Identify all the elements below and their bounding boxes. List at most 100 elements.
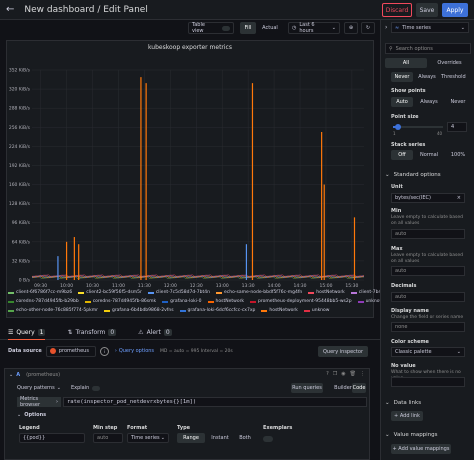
stack-normal-button[interactable]: Normal <box>414 150 444 160</box>
query-expression-input[interactable]: rate(inspector_pod_netdevrxbytes{}[1m]) <box>63 397 367 407</box>
add-value-mappings-button[interactable]: + Add value mappings <box>391 444 451 454</box>
actual-button[interactable]: Actual <box>258 22 282 34</box>
chart-legend: client-6f6786f7cc-m9bz6 client2-bc59f56f5… <box>8 288 414 315</box>
drag-handle-icon[interactable]: ⋮ <box>360 371 365 377</box>
min-input[interactable]: auto <box>391 229 465 239</box>
point-size-input[interactable]: 4 <box>447 122 467 132</box>
copy-icon[interactable]: ❐ <box>333 371 337 377</box>
legend-item[interactable]: unknow <box>303 308 330 313</box>
legend-item[interactable]: echo-same-node-bbdf5f76c-mg4fn <box>216 290 302 295</box>
legend-item[interactable]: hostNetwork <box>308 290 345 295</box>
run-queries-button[interactable]: Run queries <box>291 383 323 393</box>
refresh-icon[interactable]: ↻ <box>361 22 375 34</box>
datasource-label: Data source <box>8 348 42 354</box>
tab-alert[interactable]: ⚠ Alert 0 <box>138 326 172 340</box>
legend-swatch <box>8 300 14 303</box>
show-threshold-button[interactable]: Threshold <box>441 72 474 82</box>
legend-swatch <box>207 300 214 303</box>
save-button[interactable]: Save <box>416 3 438 17</box>
datasource-picker[interactable]: prometheus <box>45 345 96 357</box>
search-options-input[interactable]: ⚲ Search options <box>385 43 471 54</box>
legend-label: unknow <box>311 308 330 313</box>
stack-100-button[interactable]: 100% <box>445 150 471 160</box>
min-step-input[interactable]: auto <box>93 433 123 443</box>
chevron-down-icon[interactable]: ⌄ <box>9 372 13 378</box>
standard-options-section[interactable]: ⌄ Standard options <box>385 172 441 178</box>
add-link-button[interactable]: + Add link <box>391 411 423 421</box>
info-icon[interactable]: i <box>99 346 109 356</box>
fill-button[interactable]: Fill <box>240 22 256 34</box>
legend-item[interactable]: client2-bc59f56f5-dsm5r <box>78 290 142 295</box>
back-arrow-icon[interactable]: ← <box>6 4 14 15</box>
legend-swatch <box>103 309 110 312</box>
chevron-right-icon[interactable]: › <box>115 348 117 354</box>
legend-item[interactable]: hostNetwork <box>261 308 298 313</box>
legend-item[interactable]: grafana-6b4bdb9868-2vfns <box>103 308 174 313</box>
type-instant-button[interactable]: Instant <box>206 433 234 443</box>
query-patterns-dropdown[interactable]: Query patterns <box>17 385 55 391</box>
apply-button[interactable]: Apply <box>442 3 468 17</box>
legend-item[interactable]: hostNetwork <box>207 299 244 304</box>
query-ref-label[interactable]: A <box>16 372 20 378</box>
max-input[interactable]: auto <box>391 266 465 276</box>
decimals-input[interactable]: auto <box>391 292 465 302</box>
help-icon[interactable]: ? <box>326 371 329 377</box>
points-never-button[interactable]: Never <box>445 97 471 107</box>
code-toggle[interactable]: Code <box>352 383 366 393</box>
point-size-slider[interactable] <box>393 124 443 130</box>
value-mappings-section[interactable]: ⌄ Value mappings <box>385 432 438 438</box>
legend-item[interactable]: client-7c5d58d7d-7bt4n <box>147 290 210 295</box>
tab-query[interactable]: ☰ Query 1 <box>8 326 46 340</box>
min-step-label: Min step <box>93 425 118 431</box>
builder-toggle[interactable]: Builder <box>334 383 352 393</box>
table-view-toggle[interactable]: Table view <box>188 22 234 34</box>
time-range-picker[interactable]: ◷ Last 6 hours ⌄ <box>288 22 340 34</box>
points-auto-button[interactable]: Auto <box>391 97 413 107</box>
type-range-button[interactable]: Range <box>177 433 205 443</box>
exemplars-toggle[interactable] <box>263 436 273 442</box>
metrics-browser-button[interactable]: Metrics browser › <box>17 396 61 408</box>
trash-icon[interactable]: 🗑 <box>350 371 356 377</box>
legend-item[interactable]: grafana-loki-6dcf6ccfcc-cx7xp <box>179 308 255 313</box>
color-scheme-select[interactable]: Classic palette ⌄ <box>391 347 465 357</box>
legend-item[interactable]: grafana-loki-0 <box>162 299 202 304</box>
visualization-picker[interactable]: ≈ Time series ⌄ <box>391 22 469 33</box>
legend-item[interactable]: coredns-787d4945fb-86smk <box>84 299 156 304</box>
display-name-input[interactable]: none <box>391 322 465 332</box>
query-options-button[interactable]: Query options <box>119 348 154 354</box>
legend-label: prometheus-deployment-95448bb5-ws2p <box>258 299 352 304</box>
no-value-input[interactable] <box>391 377 465 387</box>
unit-select[interactable]: bytes/sec(IEC) × <box>391 193 465 203</box>
collapse-pane-icon[interactable]: › <box>385 24 387 31</box>
stack-off-button[interactable]: Off <box>391 150 413 160</box>
options-section-label[interactable]: Options <box>24 412 46 418</box>
format-select[interactable]: Time series ⌄ <box>127 433 169 443</box>
legend-item[interactable]: coredns-787d4945fb-b29bb <box>8 299 79 304</box>
legend-item[interactable]: echo-other-node-76c885f774-5pkmr <box>8 308 98 313</box>
explain-label: Explain <box>70 385 90 391</box>
query-inspector-button[interactable]: Query inspector <box>318 346 368 357</box>
tab-transform[interactable]: ⇅ Transform 0 <box>67 326 117 340</box>
discard-button[interactable]: Discard <box>382 3 412 17</box>
chevron-right-icon: › <box>56 399 58 405</box>
data-links-section[interactable]: ⌄ Data links <box>385 400 421 406</box>
metrics-browser-label: Metrics browser <box>20 396 41 408</box>
chevron-down-icon[interactable]: ⌄ <box>17 412 21 418</box>
tab-all[interactable]: All <box>385 58 427 68</box>
explain-toggle[interactable] <box>92 385 101 391</box>
close-icon[interactable]: × <box>457 195 461 201</box>
legend-input[interactable]: {{pod}} <box>19 433 85 443</box>
tab-overrides[interactable]: Overrides <box>428 58 471 68</box>
legend-item[interactable]: client-6f6786f7cc-m9bz6 <box>8 290 72 295</box>
type-both-button[interactable]: Both <box>235 433 255 443</box>
legend-item[interactable]: prometheus-deployment-95448bb5-ws2p <box>250 299 352 304</box>
min-description: Leave empty to calculate based on all va… <box>391 215 463 226</box>
eye-icon[interactable]: ◉ <box>341 371 345 377</box>
points-always-button[interactable]: Always <box>414 97 444 107</box>
show-never-button[interactable]: Never <box>391 72 413 82</box>
legend-label: grafana-loki-0 <box>170 299 202 304</box>
show-always-button[interactable]: Always <box>414 72 440 82</box>
bell-icon: ⚠ <box>138 329 144 336</box>
zoom-out-icon[interactable]: ⊕ <box>344 22 358 34</box>
slider-handle[interactable] <box>395 124 401 130</box>
